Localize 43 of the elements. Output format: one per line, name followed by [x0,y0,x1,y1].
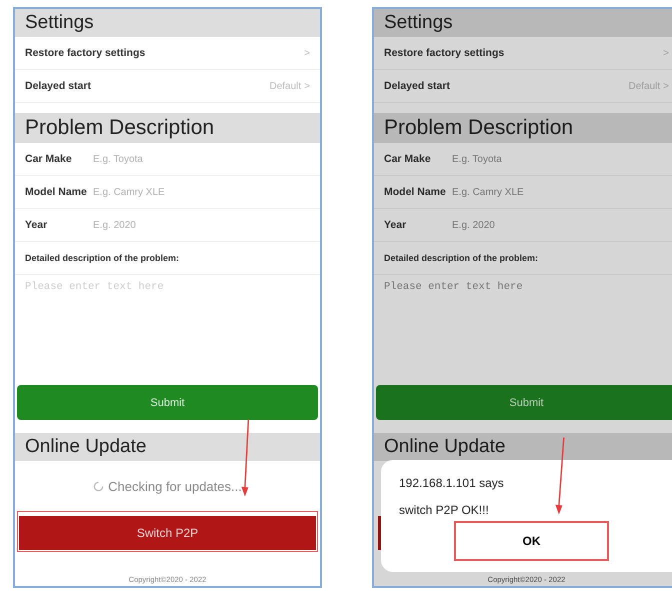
settings-row[interactable]: Delayed start Default > [374,70,672,103]
chevron-icon: > [663,80,669,92]
field-label: Detailed description of the problem: [25,253,180,263]
ok-button[interactable]: OK [454,521,609,561]
dialog-message: switch P2P OK!!! [399,503,490,517]
field-label: Detailed description of the problem: [384,253,538,263]
section-header: Problem Description [374,113,672,143]
settings-row[interactable]: Restore factory settings > [374,37,672,70]
section-header: Online Update [15,433,320,461]
field-label: Model Name [25,186,88,198]
chevron-icon: > [304,80,310,92]
input-field[interactable]: E.g. 2020 [450,218,604,232]
settings-row[interactable]: Restore factory settings > [15,37,320,70]
input-field[interactable]: E.g. Camry XLE [450,186,604,198]
settings-row[interactable]: Delayed start Default > [15,70,320,103]
field-label: Model Name [384,186,447,198]
section-header: Settings [15,9,320,37]
input-field[interactable]: E.g. Camry XLE [91,186,245,198]
section-header: Online Update [374,433,672,461]
spinner-icon [93,480,104,492]
setting-label: Restore factory settings [25,47,146,59]
chevron-icon: > [304,48,310,58]
input-field[interactable]: E.g. Toyota [450,152,604,166]
setting-label: Restore factory settings [384,47,504,59]
input-field[interactable]: E.g. 2020 [91,218,245,232]
section-header: Settings [374,9,672,37]
switch-button[interactable]: Switch P2P [19,516,316,550]
field-label: Car Make [384,153,432,165]
setting-value: Default [628,80,660,92]
field-label: Year [25,219,48,231]
input-field[interactable]: E.g. Toyota [91,152,245,166]
setting-label: Delayed start [25,80,91,92]
field-label: Car Make [25,153,73,165]
description-field[interactable]: Please enter text here [374,275,672,383]
setting-value: Default [269,80,302,92]
setting-label: Delayed start [384,80,450,92]
status-text: Checking for updates... [108,478,242,494]
field-label: Year [384,219,408,231]
section-header: Problem Description [15,113,320,143]
submit-button[interactable]: Submit [376,385,672,420]
dialog-title: 192.168.1.101 says [399,476,505,490]
submit-button[interactable]: Submit [17,385,318,420]
chevron-icon: > [663,48,669,58]
